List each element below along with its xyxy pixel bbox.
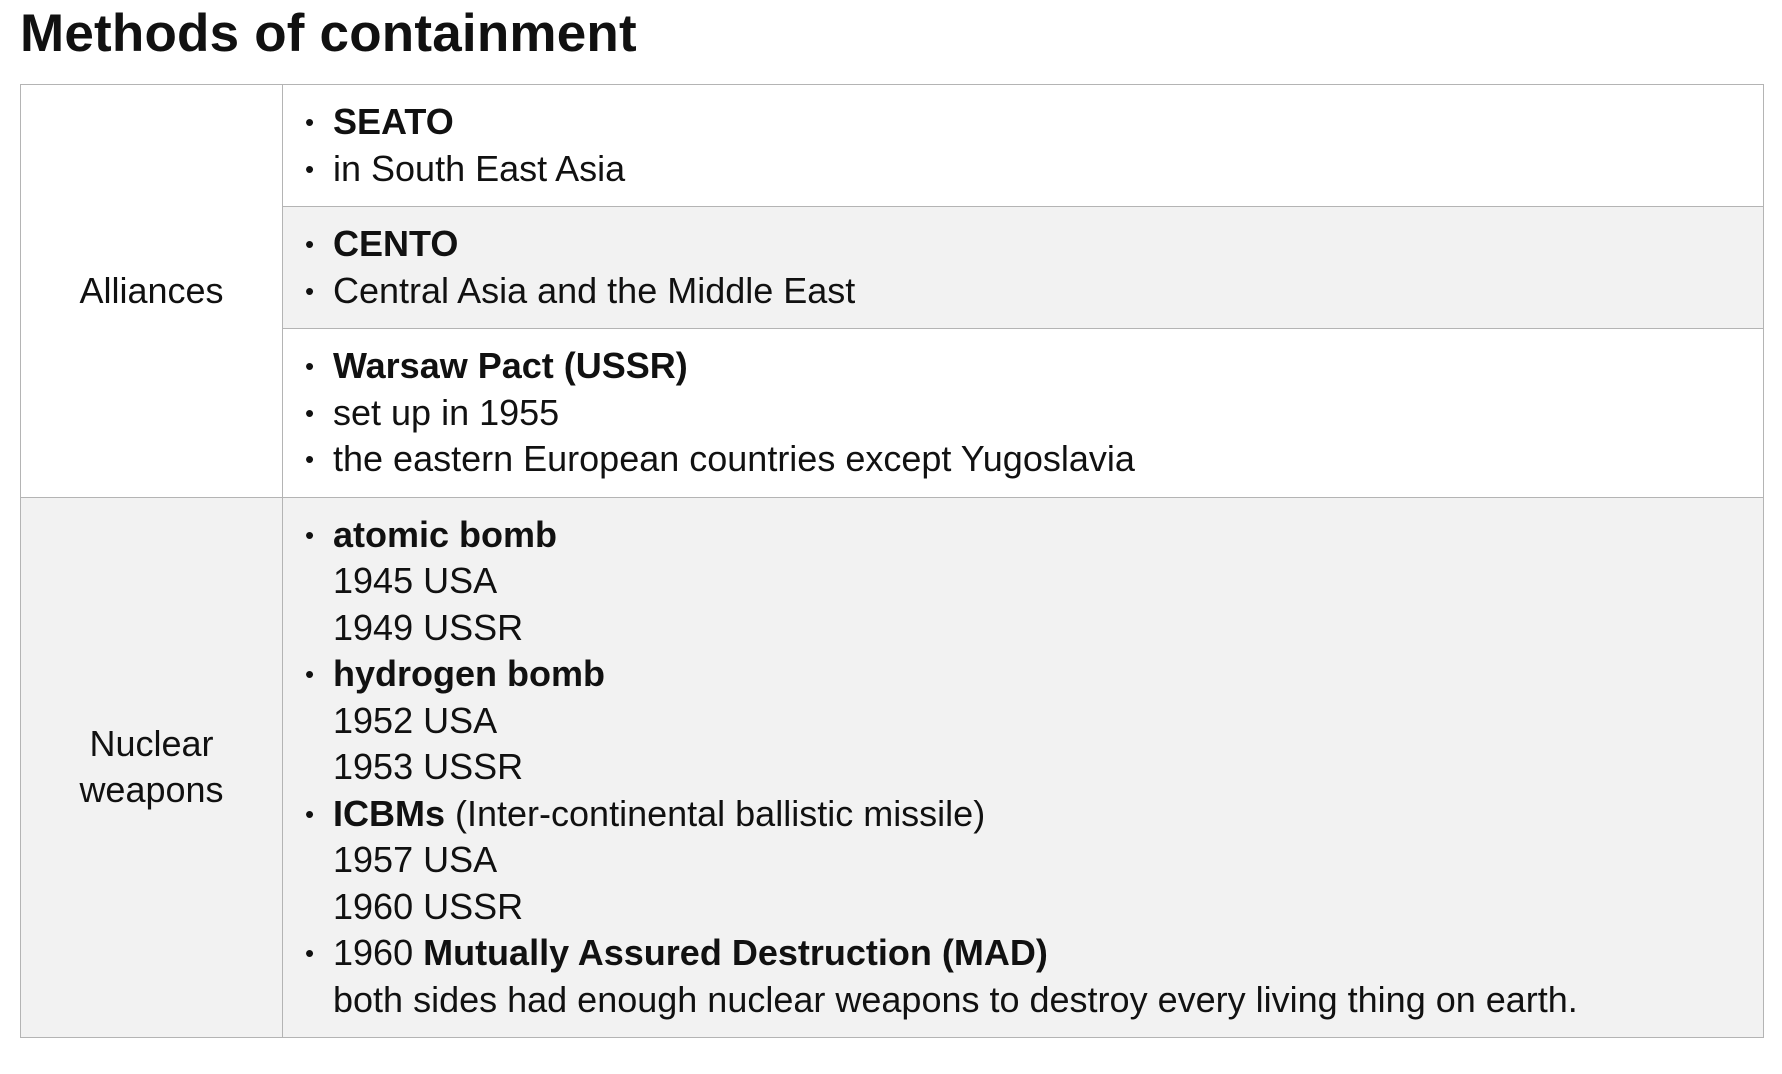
cell-cento: • CENTO • Central Asia and the Middle East [282, 206, 1764, 329]
list-item: • set up in 1955 [305, 390, 1763, 437]
hydrogen-heading: hydrogen bomb [333, 653, 605, 694]
icbm-date-2: 1960 USSR [333, 885, 524, 927]
containment-table: Alliances • SEATO • in South East Asia • CE… [20, 84, 1764, 1038]
bullet-icon: • [305, 275, 315, 306]
cento-heading: CENTO [333, 223, 459, 264]
mad-heading: Mutually Assured Destruction (MAD) [423, 932, 1048, 973]
bullet-icon: • [305, 351, 315, 381]
hydrogen-date-2: 1953 USSR [333, 746, 524, 787]
warsaw-detail-1: set up in 1955 [333, 391, 560, 433]
category-label-nuclear-line1: Nuclear [89, 723, 214, 765]
table-row-warsaw: • Warsaw Pact (USSR) • set up in 1955 • the… [20, 328, 1764, 498]
bullet-icon: • [305, 519, 315, 550]
bullet-icon: • [305, 659, 315, 689]
list-item: • SEATO [305, 99, 1763, 146]
category-label-nuclear-line2: weapons [79, 769, 224, 811]
mad-year: 1960 [333, 932, 424, 973]
warsaw-detail-2: the eastern European countries except Yu… [333, 438, 1135, 479]
bullet-icon: • [305, 444, 315, 474]
icbm-heading: ICBMs [333, 792, 446, 834]
icbm-note: (Inter-continental ballistic missile) [445, 792, 986, 834]
list-item: • Central Asia and the Middle East [305, 268, 1763, 315]
category-nuclear-weapons: Nuclear weapons [20, 496, 283, 1038]
bullet-icon: • [305, 397, 315, 428]
bullet-icon: • [305, 229, 315, 259]
cell-seato: • SEATO • in South East Asia [282, 84, 1764, 207]
list-item: • ICBMs (Inter-continental ballistic miss… [305, 791, 1763, 838]
bullet-icon: • [305, 107, 315, 137]
cell-warsaw: • Warsaw Pact (USSR) • set up in 1955 • the… [282, 328, 1764, 498]
warsaw-heading: Warsaw Pact (USSR) [333, 345, 688, 386]
atomic-heading: atomic bomb [333, 513, 558, 555]
table-row-seato: Alliances • SEATO • in South East Asia [20, 84, 1764, 498]
seato-heading: SEATO [333, 101, 454, 142]
list-item: • CENTO [305, 221, 1763, 268]
cell-nuclear: • atomic bomb 1945 USA 1949 USSR • hydroge… [282, 496, 1764, 1038]
list-item: • Warsaw Pact (USSR) [305, 343, 1763, 390]
bullet-icon: • [305, 938, 315, 968]
seato-detail: in South East Asia [333, 147, 626, 189]
atomic-date-2: 1949 USSR [333, 606, 524, 648]
icbm-date-1: 1957 USA [333, 839, 498, 880]
cento-detail: Central Asia and the Middle East [333, 269, 856, 311]
mad-detail: both sides had enough nuclear weapons to… [333, 978, 1578, 1020]
bullet-icon: • [305, 798, 315, 829]
list-item: • the eastern European countries except Y… [305, 436, 1763, 483]
page-title: Methods of containment [20, 4, 637, 63]
table-row-cento: • CENTO • Central Asia and the Middle East [20, 206, 1764, 329]
list-item: • 1960 Mutually Assured Destruction (MAD) [305, 930, 1763, 977]
atomic-date-1: 1945 USA [333, 560, 498, 601]
category-alliances: Alliances [20, 84, 283, 498]
bullet-icon: • [305, 153, 315, 184]
table-row-nuclear: Nuclear weapons • atomic bomb 1945 USA 19… [20, 496, 1764, 1038]
list-item: • in South East Asia [305, 146, 1763, 193]
list-item: • atomic bomb [305, 512, 1763, 559]
category-label-alliances: Alliances [79, 269, 224, 311]
hydrogen-date-1: 1952 USA [333, 699, 498, 741]
list-item: • hydrogen bomb [305, 651, 1763, 698]
